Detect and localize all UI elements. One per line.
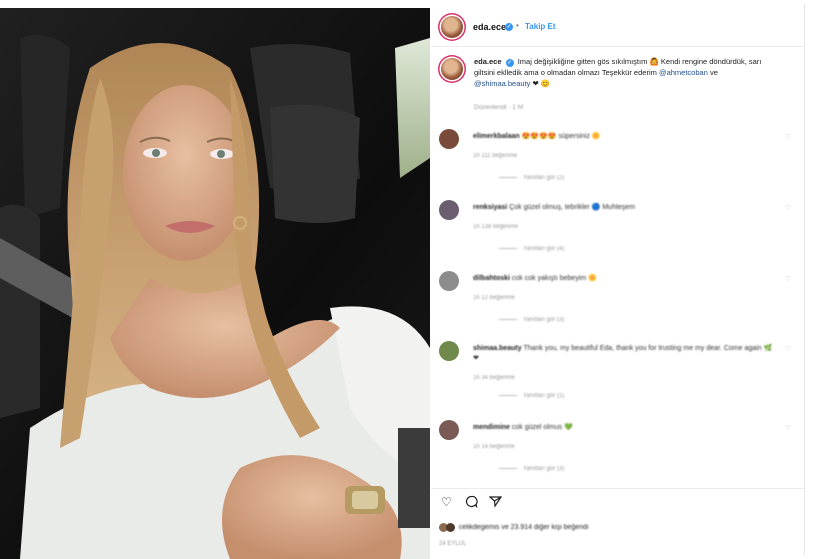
view-replies-link[interactable]: Yanıtları gör (3) xyxy=(499,317,564,323)
view-replies-link[interactable]: Yanıtları gör (4) xyxy=(499,246,564,252)
comment-username[interactable]: dilbahtoski xyxy=(473,275,510,282)
comment-username[interactable]: mendimine xyxy=(473,424,510,431)
header-username[interactable]: eda.ece xyxy=(473,22,506,32)
post-photo[interactable] xyxy=(0,8,430,559)
comment-item: mendimine cok güzel olmus 💚 ♡ 1h 14 beğe… xyxy=(439,420,799,490)
liker-avatar xyxy=(445,523,455,532)
verified-badge-icon: ✓ xyxy=(505,59,514,67)
comment-text: elimerkbalaan 😍😍😍😍 süpersiniz 🌼 xyxy=(473,132,601,140)
view-replies-link[interactable]: Yanıtları gör (2) xyxy=(499,175,564,181)
comment-avatar[interactable] xyxy=(439,200,459,220)
comment-body: Çok güzel olmuş, tebrikler 🔵 Muhteşem xyxy=(509,204,636,211)
header-avatar[interactable] xyxy=(441,16,463,38)
comment-meta: 1h 34 beğenme xyxy=(473,375,515,381)
instagram-post: eda.ece ✓ • Takip Et eda.ece ✓ Imaj deği… xyxy=(0,4,805,559)
caption-mention-1[interactable]: @ahmetcoban xyxy=(659,68,708,77)
post-side-panel: eda.ece ✓ • Takip Et eda.ece ✓ Imaj deği… xyxy=(431,8,804,559)
comment-avatar[interactable] xyxy=(439,271,459,291)
verified-badge-icon: ✓ xyxy=(505,23,513,31)
header-divider xyxy=(431,46,804,47)
view-replies-link[interactable]: Yanıtları gör (3) xyxy=(499,466,564,472)
comment-body: cok güzel olmus 💚 xyxy=(511,424,573,431)
comment-like-heart-icon[interactable]: ♡ xyxy=(785,275,791,283)
caption-username[interactable]: eda.ece xyxy=(474,57,502,66)
comment-avatar[interactable] xyxy=(439,341,459,361)
comment-avatar[interactable] xyxy=(439,129,459,149)
selfie-image xyxy=(0,8,430,559)
comment-text: dilbahtoski cok cok yakıştı bebeyim 🌼 xyxy=(473,274,597,282)
caption-text-1: Imaj değişikliğine gitten gös sıkılmıştı… xyxy=(517,57,648,66)
comment-body: cok cok yakıştı bebeyim 🌼 xyxy=(511,275,597,282)
post-header: eda.ece ✓ • Takip Et xyxy=(431,8,804,42)
view-replies-link[interactable]: Yanıtları gör (1) xyxy=(499,393,564,399)
actions-divider xyxy=(431,488,804,489)
caption-emoji-icon: 🙆 xyxy=(649,57,659,66)
comment-text: shimaa.beauty Thank you, my beautiful Ed… xyxy=(473,344,773,364)
comment-username[interactable]: renksiyasi xyxy=(473,204,507,211)
comment-meta: 1h 12 beğenme xyxy=(473,295,515,301)
comment-item: elimerkbalaan 😍😍😍😍 süpersiniz 🌼 ♡ 1h 111… xyxy=(439,129,799,199)
comment-avatar[interactable] xyxy=(439,420,459,440)
likes-summary[interactable]: celikdegemis ve 23.914 diğer kişi beğend… xyxy=(439,523,589,532)
caption-meta: Düzenlendi · 1 hf xyxy=(474,104,524,111)
comment-meta: 1h 14 beğenme xyxy=(473,444,515,450)
likes-count-text: ve 23.914 diğer kişi beğendi xyxy=(501,524,589,532)
share-icon[interactable] xyxy=(488,495,503,509)
follow-button[interactable]: Takip Et xyxy=(525,22,556,31)
likes-user[interactable]: celikdegemis xyxy=(459,524,499,531)
comment-icon[interactable] xyxy=(465,495,479,509)
comment-like-heart-icon[interactable]: ♡ xyxy=(785,345,791,353)
comment-body: 😍😍😍😍 süpersiniz 🌼 xyxy=(521,133,601,140)
comment-meta: 1h 138 beğenme xyxy=(473,224,519,230)
post-date: 24 EYLÜL xyxy=(439,541,467,547)
caption-avatar[interactable] xyxy=(441,58,463,80)
comment-meta: 1h 111 beğenme xyxy=(473,153,518,159)
caption-mention-2[interactable]: @shimaa.beauty xyxy=(474,79,530,88)
comment-text: renksiyasi Çok güzel olmuş, tebrikler 🔵 … xyxy=(473,203,635,211)
comment-username[interactable]: shimaa.beauty xyxy=(473,345,522,352)
caption-conj: ve xyxy=(709,68,718,77)
caption-emoji-end: ❤ 😊 xyxy=(532,79,551,88)
comment-item: dilbahtoski cok cok yakıştı bebeyim 🌼 ♡ … xyxy=(439,271,799,341)
comment-item: shimaa.beauty Thank you, my beautiful Ed… xyxy=(439,341,799,411)
comment-item: renksiyasi Çok güzel olmuş, tebrikler 🔵 … xyxy=(439,200,799,270)
header-separator: • xyxy=(516,21,519,30)
comment-like-heart-icon[interactable]: ♡ xyxy=(785,424,791,432)
comment-like-heart-icon[interactable]: ♡ xyxy=(785,204,791,212)
heart-icon[interactable]: ♡ xyxy=(441,495,455,509)
post-caption: eda.ece ✓ Imaj değişikliğine gitten gös … xyxy=(474,56,774,89)
comment-like-heart-icon[interactable]: ♡ xyxy=(785,133,791,141)
comment-username[interactable]: elimerkbalaan xyxy=(473,133,520,140)
comment-text: mendimine cok güzel olmus 💚 xyxy=(473,423,573,431)
